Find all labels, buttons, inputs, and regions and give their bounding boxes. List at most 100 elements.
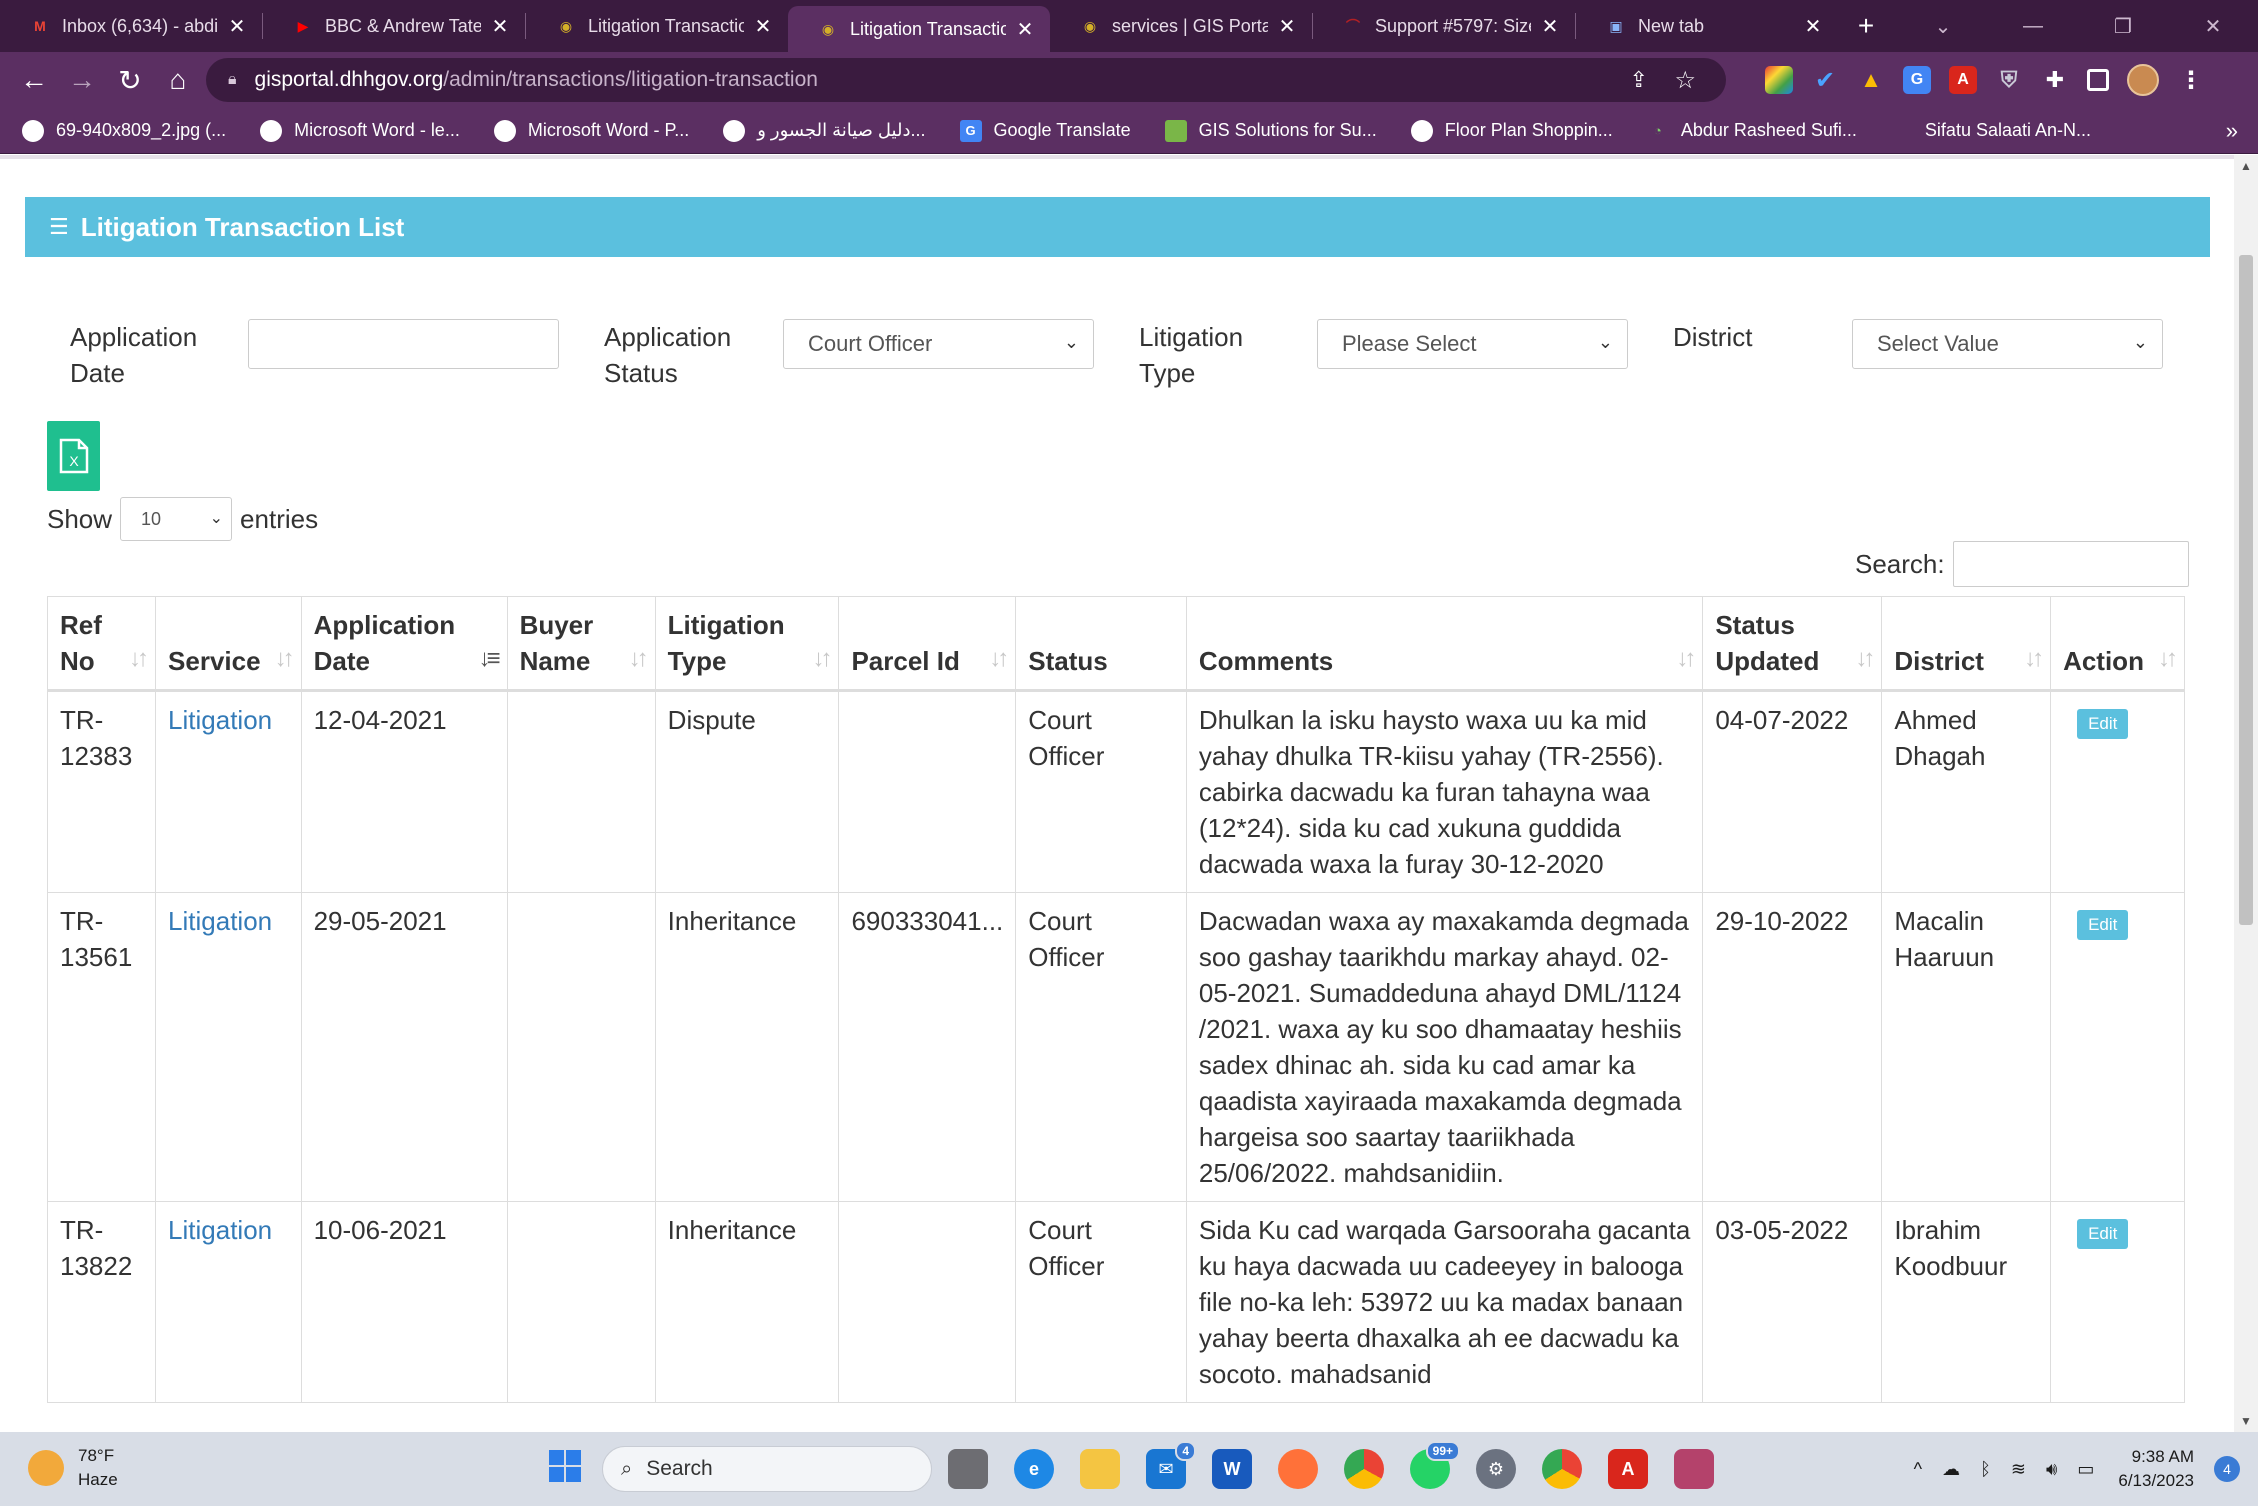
volume-icon[interactable]: 🔊︎	[2046, 1459, 2057, 1480]
lock-icon[interactable]: 🔒︎	[228, 71, 237, 89]
bookmark-item[interactable]: G Google Translate	[959, 119, 1131, 142]
back-arrow-icon[interactable]: ←	[10, 64, 58, 96]
bookmark-item[interactable]: 69-940x809_2.jpg (...	[22, 119, 226, 142]
column-header[interactable]: Application Date ↓≡	[300, 596, 508, 692]
browser-tab[interactable]: ◉ Litigation Transactior ✕	[788, 6, 1050, 52]
bookmark-item[interactable]: Floor Plan Shoppin...	[1410, 119, 1613, 142]
acrobat-reader-icon[interactable]: A	[1608, 1449, 1648, 1489]
checkmark-extension-icon[interactable]: ✔	[1811, 66, 1839, 94]
scrollbar-thumb[interactable]	[2239, 255, 2253, 925]
mail-icon[interactable]: ✉ 4	[1146, 1441, 1196, 1489]
google-translate-icon[interactable]: G	[1903, 66, 1931, 94]
close-icon[interactable]: ✕	[1276, 14, 1298, 39]
entries-select[interactable]: 10 ⌄	[120, 497, 233, 541]
taskbar-search[interactable]: ⌕ Search	[602, 1446, 932, 1492]
close-icon[interactable]: ✕	[752, 14, 774, 39]
shield-icon[interactable]: ⛨	[1995, 66, 2023, 94]
column-header[interactable]: Parcel Id ↓↑	[838, 596, 1017, 692]
export-excel-button[interactable]: X	[47, 421, 100, 491]
weather-widget[interactable]: 78°F Haze	[28, 1444, 118, 1492]
file-explorer-icon[interactable]	[1080, 1449, 1120, 1489]
home-icon[interactable]: ⌂	[154, 64, 202, 96]
bookmark-item[interactable]: Microsoft Word - P...	[493, 119, 689, 142]
browser-menu-icon[interactable]: ⋮	[2177, 66, 2205, 94]
extensions-puzzle-icon[interactable]: ✚	[2041, 66, 2069, 94]
district-select[interactable]: Select Value ⌄	[1852, 319, 2163, 369]
close-icon[interactable]: ✕	[1802, 14, 1824, 39]
task-view-icon[interactable]	[948, 1449, 988, 1489]
search-input[interactable]	[1952, 541, 2189, 587]
edit-button[interactable]: Edit	[2077, 709, 2129, 739]
edge-browser-icon[interactable]: e	[1014, 1449, 1054, 1489]
new-tab-button[interactable]: +	[1846, 10, 1886, 42]
translate-icon: G	[959, 119, 982, 142]
chrome-profile-icon[interactable]	[1542, 1449, 1582, 1489]
forward-arrow-icon[interactable]: →	[58, 64, 106, 96]
reload-icon[interactable]: ↻	[106, 64, 154, 97]
chrome-icon[interactable]	[1344, 1449, 1384, 1489]
browser-tab[interactable]: ▣ New tab ✕	[1576, 0, 1838, 52]
scroll-down-icon[interactable]: ▼	[2234, 1414, 2258, 1428]
close-icon[interactable]: ✕	[1014, 17, 1036, 42]
close-icon[interactable]: ✕	[1539, 14, 1561, 39]
application-status-select[interactable]: Court Officer ⌄	[783, 319, 1094, 369]
bookmark-item[interactable]: GIS Solutions for Su...	[1164, 119, 1377, 142]
firefox-icon[interactable]	[1278, 1449, 1318, 1489]
snipping-tool-icon[interactable]	[1674, 1449, 1714, 1489]
column-header[interactable]: Comments ↓↑	[1185, 596, 1704, 692]
word-icon[interactable]: W	[1212, 1449, 1252, 1489]
browser-tab[interactable]: M Inbox (6,634) - abdir ✕	[0, 0, 262, 52]
header-line: Type	[667, 646, 727, 676]
side-panel-icon[interactable]	[2087, 69, 2109, 91]
column-header[interactable]: Litigation Type ↓↑	[654, 596, 840, 692]
google-drive-icon[interactable]: ▲	[1857, 66, 1885, 94]
wifi-icon[interactable]: ≋	[2011, 1459, 2026, 1480]
litigation-type-select[interactable]: Please Select ⌄	[1317, 319, 1628, 369]
start-windows-icon[interactable]	[545, 1446, 585, 1486]
bookmark-item[interactable]: ◔ Abdur Rasheed Sufi...	[1647, 120, 1857, 142]
bookmark-item[interactable]: Sifatu Salaati An-N...	[1891, 120, 2091, 142]
whatsapp-icon[interactable]: 99+	[1410, 1441, 1460, 1489]
edit-button[interactable]: Edit	[2077, 910, 2129, 940]
notification-badge[interactable]: 4	[2214, 1456, 2240, 1482]
clock[interactable]: 9:38 AM 6/13/2023	[2118, 1445, 2194, 1493]
address-bar[interactable]: 🔒︎ gisportal.dhhgov.org/admin/transactio…	[206, 58, 1726, 102]
edit-button[interactable]: Edit	[2077, 1219, 2129, 1249]
service-link[interactable]: Litigation	[168, 705, 272, 735]
service-link[interactable]: Litigation	[168, 1215, 272, 1245]
page-scrollbar[interactable]: ▲ ▼	[2234, 155, 2258, 1432]
browser-tab[interactable]: ◉ Litigation Transactior ✕	[526, 0, 788, 52]
acrobat-icon[interactable]: A	[1949, 66, 1977, 94]
maximize-button[interactable]: ❐	[2078, 14, 2168, 39]
onedrive-icon[interactable]: ☁	[1942, 1459, 1960, 1480]
share-icon[interactable]: ⇪	[1630, 67, 1648, 93]
column-header[interactable]: District ↓↑	[1881, 596, 2052, 692]
application-date-input[interactable]	[248, 319, 559, 369]
header-line: Application	[313, 610, 456, 640]
bookmark-item[interactable]: Microsoft Word - le...	[260, 119, 460, 142]
bookmark-item[interactable]: دليل صيانة الجسور و...	[723, 119, 926, 142]
battery-icon[interactable]: ▭	[2077, 1459, 2094, 1480]
bookmarks-overflow-icon[interactable]: »	[2226, 118, 2238, 144]
column-header[interactable]: Buyer Name ↓↑	[506, 596, 656, 692]
service-link[interactable]: Litigation	[168, 906, 272, 936]
bookmark-star-icon[interactable]: ☆	[1674, 66, 1696, 95]
close-icon[interactable]: ✕	[489, 14, 511, 39]
chevron-up-icon[interactable]: ^	[1914, 1459, 1922, 1480]
browser-tab[interactable]: ⌒ Support #5797: Size ✕	[1313, 0, 1575, 52]
column-header[interactable]: Ref No ↓↑	[46, 596, 157, 692]
close-window-button[interactable]: ✕	[2168, 14, 2258, 39]
minimize-button[interactable]: —	[1988, 15, 2078, 38]
column-header[interactable]: Service ↓↑	[155, 596, 302, 692]
profile-avatar[interactable]	[2127, 64, 2159, 96]
bluetooth-icon[interactable]: ᛒ	[1980, 1459, 1991, 1480]
close-icon[interactable]: ✕	[226, 14, 248, 39]
settings-gear-icon[interactable]: ⚙	[1476, 1449, 1516, 1489]
scroll-up-icon[interactable]: ▲	[2234, 159, 2258, 173]
color-picker-extension-icon[interactable]	[1765, 66, 1793, 94]
browser-tab[interactable]: ▶ BBC & Andrew Tate | ✕	[263, 0, 525, 52]
column-header[interactable]: Action ↓↑	[2050, 596, 2185, 692]
tab-search-chevron-icon[interactable]: ⌄	[1898, 14, 1988, 39]
column-header[interactable]: Status Updated ↓↑	[1702, 596, 1883, 692]
browser-tab[interactable]: ◉ services | GIS Portal ✕	[1050, 0, 1312, 52]
